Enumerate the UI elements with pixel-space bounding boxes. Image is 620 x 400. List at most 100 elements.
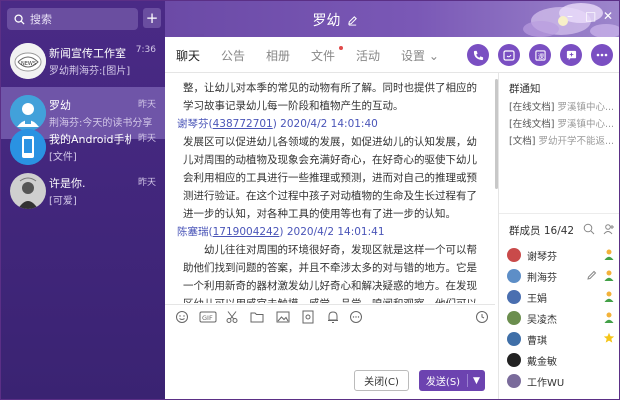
classroom-button[interactable]: 课 — [529, 44, 551, 66]
member-name: 戴金敏 — [527, 356, 557, 368]
phone-icon — [473, 50, 483, 60]
emoji-icon[interactable] — [175, 310, 189, 324]
notice-text: 罗幼开学不能返... — [538, 136, 615, 147]
group-info-panel: 群通知 [在线文档] 罗溪镇中心... [在线文档] 罗溪镇中心... [文档]… — [498, 73, 619, 399]
message-time: 2020/4/2 14:01:40 — [280, 118, 378, 130]
message-header: 陈塞瑞(1719004242) 2020/4/2 14:01:41 — [177, 226, 385, 238]
tab-files[interactable]: 文件 — [311, 47, 335, 64]
member-item[interactable]: 王娟 — [507, 287, 619, 307]
image-icon[interactable] — [276, 310, 290, 324]
voice-call-button[interactable] — [467, 44, 489, 66]
more-tools-icon[interactable] — [349, 310, 363, 324]
message-time: 2020/4/2 14:01:41 — [286, 226, 385, 238]
svg-text:课: 课 — [537, 51, 544, 60]
member-name: 荆海芬 — [527, 272, 557, 284]
add-post-icon — [566, 50, 576, 60]
sender-id[interactable]: 1719004242 — [213, 226, 280, 238]
avatar — [507, 248, 521, 262]
contact-time: 昨天 — [137, 178, 156, 188]
svg-text:GIF: GIF — [202, 314, 213, 322]
notice-tag: [在线文档] — [509, 119, 555, 130]
message-header: 谢琴芬(438772701) 2020/4/2 14:01:40 — [177, 118, 378, 130]
member-name: 曹琪 — [527, 335, 547, 347]
svg-text:NEWS: NEWS — [21, 61, 36, 67]
members-title: 群成员 16/42 — [509, 225, 575, 237]
contact-preview: 罗幼荆海芬:[图片] — [49, 66, 131, 77]
notice-item[interactable]: [文档] 罗幼开学不能返... — [509, 133, 619, 147]
gif-icon[interactable]: GIF — [199, 310, 217, 324]
search-icon — [14, 13, 25, 25]
notice-text: 罗溪镇中心... — [557, 119, 615, 130]
screenshot-icon[interactable] — [301, 310, 315, 324]
chat-title: 罗幼 — [312, 13, 341, 29]
admin-icon — [604, 249, 614, 260]
contact-item-newsroom[interactable]: NEWS 新闻宣传工作室 罗幼荆海芬:[图片] 7:36 — [1, 35, 165, 87]
video-call-button[interactable] — [498, 44, 520, 66]
contact-item-xushini[interactable]: 许是你. [可爱] 昨天 — [1, 165, 165, 217]
member-item[interactable]: 吴凌杰 — [507, 308, 619, 328]
sender-id[interactable]: 438772701 — [213, 118, 273, 130]
contact-preview: [可爱] — [49, 196, 77, 207]
avatar — [507, 353, 521, 367]
member-name: 谢琴芬 — [527, 251, 557, 263]
notice-text: 罗溪镇中心... — [557, 102, 615, 113]
member-search-icon[interactable] — [583, 223, 595, 235]
tab-notice[interactable]: 公告 — [221, 47, 245, 64]
tab-settings[interactable]: 设置 ⌄ — [401, 47, 439, 64]
notice-item[interactable]: [在线文档] 罗溪镇中心... — [509, 99, 619, 113]
member-item[interactable]: 谢琴芬 — [507, 245, 619, 265]
admin-icon — [604, 270, 614, 281]
edit-icon[interactable] — [347, 15, 358, 26]
search-box[interactable]: 搜索 — [7, 8, 138, 30]
contact-name: 我的Android手机 — [49, 133, 131, 146]
contact-name: 罗幼 — [49, 99, 71, 112]
bell-icon[interactable] — [326, 310, 340, 324]
window-title: 罗幼 — [165, 10, 505, 30]
member-name: 王娟 — [527, 293, 547, 305]
contact-time: 昨天 — [137, 134, 156, 144]
minimize-button[interactable]: – — [567, 9, 573, 23]
more-button[interactable] — [591, 44, 613, 66]
more-icon — [596, 53, 608, 57]
maximize-button[interactable]: □ — [585, 9, 596, 23]
sender-name[interactable]: 谢琴芬 — [177, 118, 209, 130]
message-text: 幼儿往往对周围的环境很好奇，发现区就是这样一个可以帮助他们找到问题的答案，并且不… — [183, 244, 477, 303]
history-clock-icon[interactable] — [475, 310, 489, 324]
notice-tag: [文档] — [509, 136, 536, 147]
sender-name[interactable]: 陈塞瑞 — [177, 226, 209, 238]
tab-chat[interactable]: 聊天 — [176, 47, 200, 64]
send-label: 发送(S) — [425, 377, 461, 388]
phone-icon — [10, 129, 46, 165]
notice-tag: [在线文档] — [509, 102, 555, 113]
add-member-icon[interactable] — [603, 223, 615, 235]
message-text: 发展区可以促进幼儿各领域的发展，如促进幼儿的认知发展，幼儿对周围的动植物及现象会… — [183, 136, 477, 220]
admin-icon — [604, 312, 614, 323]
message-text: 整，让幼儿对本季的常见的动物有所了解。同时也提供了相应的学习故事记录幼儿每一阶段… — [183, 82, 477, 112]
avatar — [10, 173, 46, 209]
member-item[interactable]: 荆海芬 — [507, 266, 619, 286]
close-window-button[interactable]: ✕ — [603, 9, 613, 23]
plus-icon: + — [145, 8, 159, 27]
send-button[interactable]: 发送(S) ▼ — [419, 370, 485, 391]
send-options-chevron-icon[interactable]: ▼ — [468, 376, 485, 386]
add-button[interactable]: + — [143, 8, 161, 28]
notice-item[interactable]: [在线文档] 罗溪镇中心... — [509, 116, 619, 130]
tab-album[interactable]: 相册 — [266, 47, 290, 64]
scissors-icon[interactable] — [225, 310, 239, 324]
avatar: NEWS — [10, 43, 46, 79]
avatar — [507, 269, 521, 283]
tab-activity[interactable]: 活动 — [356, 47, 380, 64]
avatar — [507, 311, 521, 325]
edit-icon[interactable] — [587, 270, 597, 280]
contact-preview: [文件] — [49, 152, 77, 163]
chat-window: 搜索 + NEWS 新闻宣传工作室 罗幼荆海芬:[图片] 7:36 罗幼 荆海芬… — [0, 0, 620, 400]
folder-icon[interactable] — [250, 310, 264, 324]
member-item[interactable]: 工作WU — [507, 371, 619, 391]
unread-dot — [339, 46, 343, 50]
member-item[interactable]: 曹琪 — [507, 329, 619, 349]
member-item[interactable]: 戴金敏 — [507, 350, 619, 370]
close-button[interactable]: 关闭(C) — [354, 370, 409, 391]
avatar — [507, 374, 521, 388]
search-placeholder: 搜索 — [30, 13, 52, 26]
post-button[interactable] — [560, 44, 582, 66]
